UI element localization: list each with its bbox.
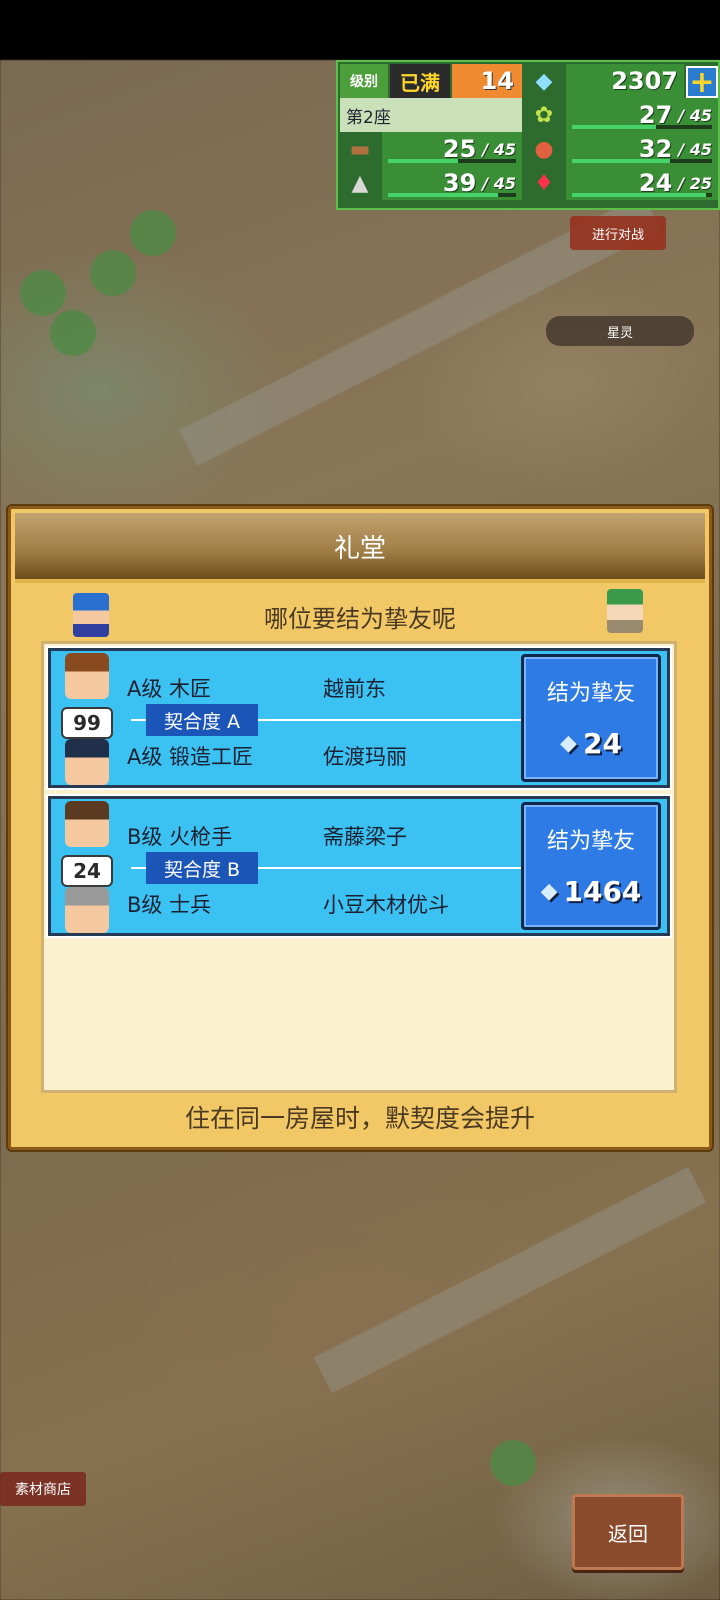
- character-portrait: [65, 739, 109, 785]
- wood-icon: ▬: [349, 136, 371, 162]
- stone-icon: ▲: [351, 170, 369, 196]
- top-character-role: A级 木匠: [127, 677, 212, 701]
- dialog-subtitle: 哪位要结为挚友呢: [264, 605, 456, 633]
- tree-decoration: [20, 270, 66, 316]
- level-max-badge: 已满: [390, 64, 450, 98]
- befriend-button[interactable]: 结为挚友 ◆ 1464: [521, 802, 661, 930]
- wood-value: 25/ 45: [382, 132, 522, 166]
- befriend-cost: ◆ 1464: [540, 875, 642, 908]
- material-shop-button[interactable]: 素材商店: [0, 1472, 86, 1506]
- food-bar: [572, 159, 712, 163]
- top-character-role: B级 火枪手: [127, 825, 233, 849]
- bottom-character-name: 小豆木材优斗: [323, 893, 449, 917]
- food-icon: ●: [534, 136, 554, 162]
- grass-value: 27/ 45: [566, 98, 718, 132]
- level-label: 级别: [340, 64, 388, 98]
- chapel-dialog: 礼堂 哪位要结为挚友呢 99 A级 木匠 越前东 契合度 A A级 锻造工匠 佐…: [8, 506, 712, 1150]
- dialog-hint: 住在同一房屋时，默契度会提升: [184, 1104, 535, 1133]
- ruby-value: 24/ 25: [566, 166, 718, 200]
- stone-value: 39/ 45: [382, 166, 522, 200]
- tree-decoration: [130, 210, 176, 256]
- grass-bar: [572, 125, 712, 129]
- ruby-icon: ♦: [534, 170, 554, 196]
- back-button[interactable]: 返回: [572, 1494, 684, 1570]
- character-portrait: [65, 887, 109, 933]
- tree-decoration: [50, 310, 96, 356]
- level-row: 级别 已满 14 ◆ 2307 +: [340, 64, 720, 100]
- character-portrait: [65, 653, 109, 699]
- bottom-character-role: B级 士兵: [127, 893, 212, 917]
- befriend-button-label: 结为挚友: [546, 681, 635, 706]
- bottom-character-name: 佐渡玛丽: [323, 745, 407, 769]
- compat-score-badge: 24: [61, 855, 113, 887]
- befriend-button-label: 结为挚友: [546, 829, 635, 854]
- compat-score-badge: 99: [61, 707, 113, 739]
- add-gems-button[interactable]: +: [686, 65, 718, 100]
- stone-bar: [388, 193, 516, 197]
- battle-button[interactable]: 进行对战: [570, 216, 666, 250]
- grass-icon: ✿: [534, 102, 554, 128]
- wood-bar: [388, 159, 516, 163]
- bottom-character-role: A级 锻造工匠: [127, 745, 254, 769]
- gem-icon: ◆: [535, 68, 553, 94]
- food-value: 32/ 45: [566, 132, 718, 166]
- resource-row-1: 第2座 ✿ 27/ 45: [340, 98, 720, 132]
- spirit-label: 星灵: [546, 316, 694, 346]
- gem-icon: ◆: [560, 731, 577, 756]
- resource-row-2: ▬ 25/ 45 ● 32/ 45: [340, 132, 720, 166]
- befriend-button[interactable]: 结为挚友 ◆ 24: [521, 654, 661, 782]
- tree-decoration: [490, 1440, 536, 1486]
- pair-row: 24 B级 火枪手 斋藤梁子 契合度 B B级 士兵 小豆木材优斗 结为挚友 ◆…: [46, 794, 672, 938]
- dialog-title: 礼堂: [15, 513, 705, 583]
- gem-count: 2307: [566, 64, 684, 98]
- compat-grade-label: 契合度 A: [146, 704, 258, 736]
- status-panel: 级别 已满 14 ◆ 2307 + 第2座 ✿ 27/ 45 ▬ 25/ 45 …: [336, 60, 720, 210]
- road-decoration: [313, 1166, 707, 1394]
- character-portrait: [65, 801, 109, 847]
- top-character-name: 斋藤梁子: [323, 825, 407, 849]
- tree-decoration: [90, 250, 136, 296]
- pair-list: 99 A级 木匠 越前东 契合度 A A级 锻造工匠 佐渡玛丽 结为挚友 ◆ 2…: [41, 641, 677, 1093]
- compat-grade-label: 契合度 B: [146, 852, 258, 884]
- pair-row: 99 A级 木匠 越前东 契合度 A A级 锻造工匠 佐渡玛丽 结为挚友 ◆ 2…: [46, 646, 672, 790]
- level-value: 14: [452, 64, 522, 98]
- top-character-name: 越前东: [323, 677, 386, 701]
- seat-label: 第2座: [340, 98, 522, 132]
- gem-icon: ◆: [540, 879, 558, 904]
- ruby-bar: [572, 193, 712, 197]
- resource-row-3: ▲ 39/ 45 ♦ 24/ 25: [340, 166, 720, 200]
- befriend-cost: ◆ 24: [560, 727, 622, 760]
